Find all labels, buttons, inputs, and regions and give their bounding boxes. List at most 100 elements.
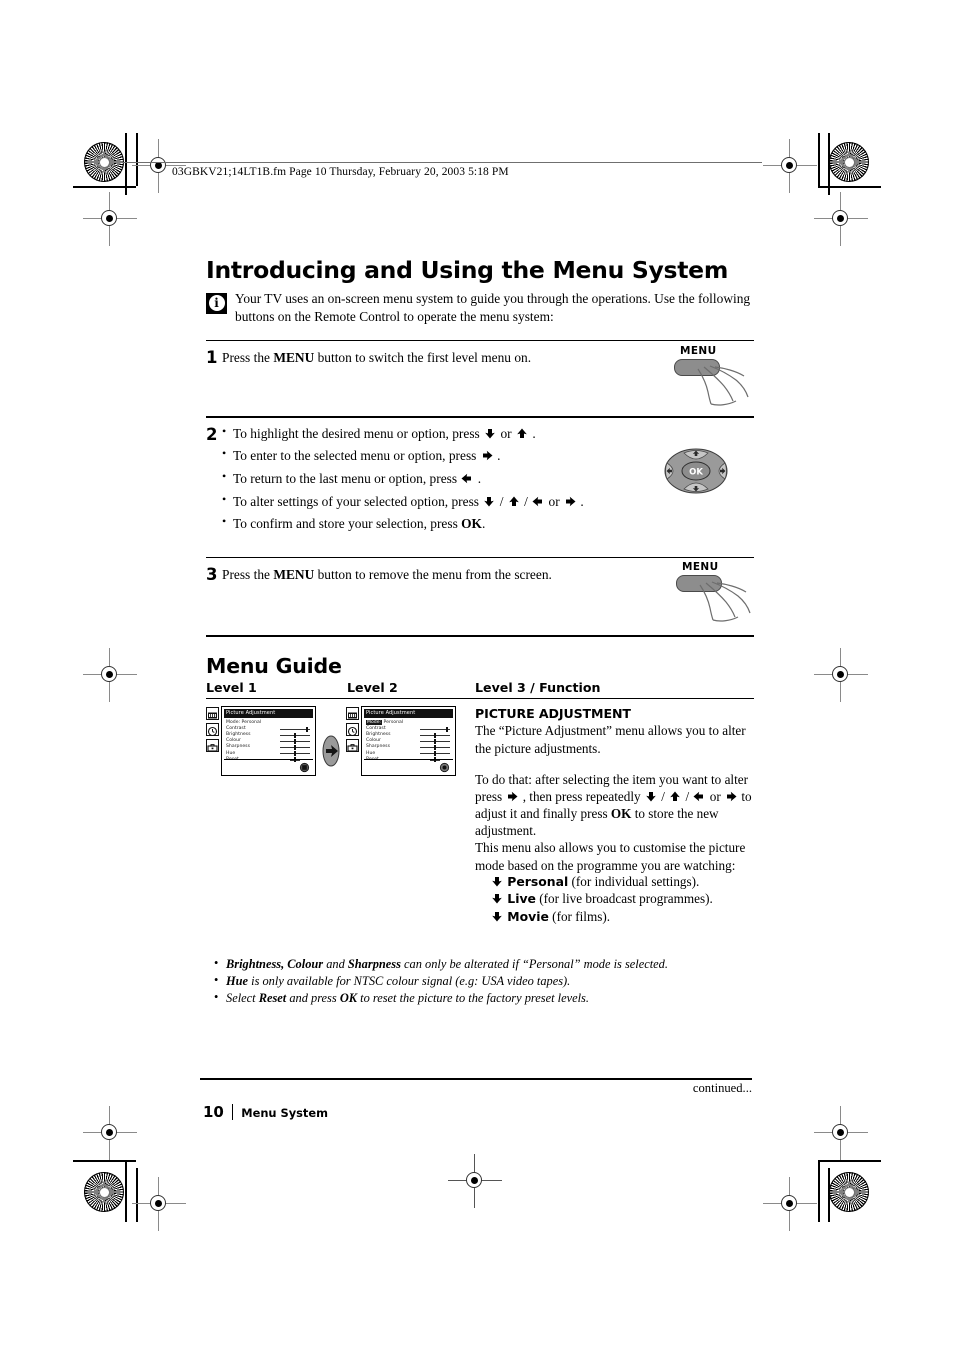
header-rule — [122, 162, 762, 163]
print-starburst-mark-top-left — [84, 142, 124, 182]
osd-sidebar-icons-2 — [346, 706, 359, 755]
registration-target-bottom-left — [132, 1177, 186, 1231]
crop-mark-tl-h — [73, 186, 136, 188]
menu-guide-row: Picture Adjustment Mode: Personal Contra… — [206, 706, 754, 926]
column-header-level-3: Level 3 / Function — [475, 679, 601, 695]
bullet-3-tail: . — [474, 471, 482, 486]
osd-title-1: Picture Adjustment — [224, 709, 313, 719]
svg-text:OK: OK — [689, 467, 703, 477]
level-3-para-1: The “Picture Adjustment” menu allows you… — [475, 723, 746, 756]
step-3-number: 3 — [206, 565, 218, 585]
arrow-right-icon — [481, 450, 493, 461]
l3-p2-b: , then press repeatedly — [519, 788, 644, 804]
timer-clock-icon — [346, 723, 359, 737]
level-1-cell: Picture Adjustment Mode: Personal Contra… — [206, 706, 318, 926]
arrow-up-icon — [508, 496, 520, 507]
crop-mark-bl-v — [125, 1160, 127, 1222]
arrow-down-icon — [491, 876, 503, 887]
arrow-up-icon — [516, 428, 528, 439]
mode-desc: (for films). — [548, 908, 611, 924]
bullet-5-keyword: OK — [461, 516, 482, 532]
arrow-down-icon — [491, 893, 503, 904]
level-3-para-3: This menu also allows you to customise t… — [475, 840, 746, 873]
menu-button-illustration-2: MENU — [668, 561, 764, 623]
crop-mark-tr-v — [818, 133, 820, 186]
registration-target-left-lower — [83, 1106, 137, 1160]
setup-toolbox-icon — [206, 739, 219, 753]
bullet-1-joiner: or — [497, 425, 515, 441]
arrow-down-icon — [484, 428, 496, 439]
registration-target-bottom-right — [763, 1177, 817, 1231]
picture-icon — [346, 707, 359, 721]
info-icon: i — [206, 292, 227, 314]
registration-target-top-right — [763, 139, 817, 193]
step-1: 1 Press the MENU button to switch the fi… — [206, 341, 754, 416]
step-1-number: 1 — [206, 348, 218, 368]
arrow-down-icon — [483, 496, 495, 507]
arrow-left-icon — [693, 791, 705, 802]
step-2-number: 2 — [206, 424, 218, 444]
registration-target-right-upper — [814, 192, 868, 246]
footnote-2-rest: is only available for NTSC colour signal… — [248, 973, 571, 988]
step-2: 2 To highlight the desired menu or optio… — [206, 418, 754, 557]
step-2-bullet-1: To highlight the desired menu or option,… — [222, 424, 754, 442]
page-number: 10 — [203, 1103, 224, 1121]
bullet-4-joiner: or — [545, 493, 564, 509]
footnote-3: Select Reset and press OK to reset the p… — [214, 989, 754, 1007]
bullet-4-tail: . — [577, 493, 584, 509]
crop-mark-br-h — [818, 1160, 881, 1162]
arrow-right-icon — [725, 791, 737, 802]
page-content: Introducing and Using the Menu System i … — [206, 257, 754, 1007]
footnote-1-mid: and — [323, 957, 348, 972]
crop-mark-bl-v2 — [136, 1168, 138, 1222]
bullet-3-text: To return to the last menu or option, pr… — [233, 471, 461, 486]
step-1-text-before: Press the — [222, 350, 274, 366]
registration-target-left-upper — [83, 192, 137, 246]
step-2-bullet-5: To confirm and store your selection, pre… — [222, 514, 754, 532]
footer-rule — [200, 1078, 752, 1080]
osd-title-2: Picture Adjustment — [364, 709, 453, 719]
menu-guide-heading: Menu Guide — [206, 653, 342, 678]
level-transition-arrow-cell — [318, 706, 346, 926]
bullet-5-tail: . — [481, 516, 486, 532]
l3-p2-c: or — [706, 788, 725, 804]
footnote-1: Brightness, Colour and Sharpness can onl… — [214, 955, 754, 973]
column-header-level-2: Level 2 — [347, 679, 398, 695]
bullet-4-text: To alter settings of your selected optio… — [233, 493, 483, 509]
bullet-2-tail: . — [493, 448, 501, 464]
dpad-svg: OK — [664, 448, 728, 494]
osd-slider-bars-2 — [420, 726, 450, 763]
arrow-left-icon — [461, 473, 473, 484]
osd-screen-level-1: Picture Adjustment Mode: Personal Contra… — [221, 706, 316, 777]
step-3-text-before: Press the — [222, 567, 274, 583]
footnote-3-bold-1: Reset — [258, 990, 287, 1005]
level-3-para-2: To do that: after selecting the item you… — [475, 771, 752, 839]
footer-section-name: Menu System — [241, 1106, 328, 1120]
setup-toolbox-icon — [346, 739, 359, 753]
level-2-cell: Picture Adjustment Mode: Personal Contra… — [346, 706, 475, 926]
crop-mark-tl-v2 — [136, 133, 138, 186]
osd-screen-level-2: Picture Adjustment Mode: Personal Contra… — [361, 706, 456, 777]
footnote-1-bold-2: Sharpness — [347, 957, 401, 972]
footnote-1-rest: can only be alterated if “Personal” mode… — [400, 957, 668, 972]
osd-item-list-1: Mode: Personal Contrast Brightness Colou… — [226, 720, 261, 763]
arrow-right-icon — [506, 791, 518, 802]
intro-text: Your TV uses an on-screen menu system to… — [235, 290, 751, 324]
footnote-2-bold-1: Hue — [226, 973, 249, 988]
level-3-cell: PICTURE ADJUSTMENT The “Picture Adjustme… — [475, 706, 754, 926]
column-header-level-1: Level 1 — [206, 679, 257, 695]
step-3: 3 Press the MENU button to remove the me… — [206, 558, 754, 635]
arrow-right-connector-icon — [322, 735, 340, 767]
footnote-1-bold-1: Brightness, Colour — [226, 957, 324, 972]
footnote-3-mid: and press — [286, 990, 340, 1005]
arrow-down-icon — [645, 791, 657, 802]
arrow-down-icon — [491, 911, 503, 922]
arrow-up-icon — [669, 791, 681, 802]
registration-target-left-middle — [83, 648, 137, 702]
footer-separator — [231, 1104, 234, 1120]
crop-mark-br-v — [818, 1160, 820, 1222]
pressing-hand-icon-2 — [699, 581, 751, 622]
footnotes-block: Brightness, Colour and Sharpness can onl… — [206, 955, 754, 1007]
mode-name: Live — [507, 891, 536, 907]
arrow-right-icon — [564, 496, 576, 507]
